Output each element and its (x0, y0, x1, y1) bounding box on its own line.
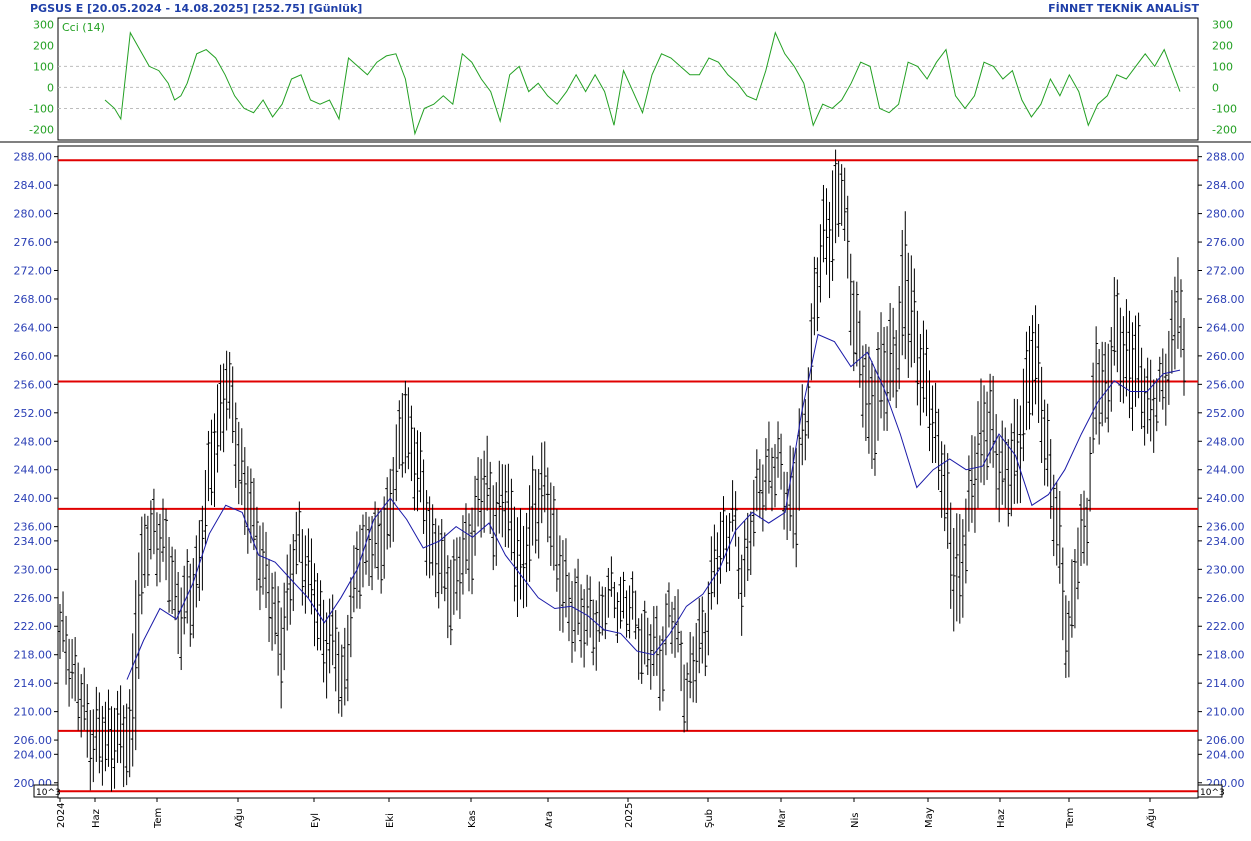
time-tick-label: Eyl (310, 813, 321, 828)
price-tick-label-left: 206.00 (14, 734, 53, 747)
time-tick-label: Tem (1065, 808, 1076, 829)
time-tick-label: Eki (385, 813, 396, 828)
price-tick-label-right: 248.00 (1206, 435, 1245, 448)
time-tick-label: Şub (704, 809, 715, 828)
price-tick-label-right: 218.00 (1206, 649, 1245, 662)
price-tick-label-left: 268.00 (14, 293, 53, 306)
price-tick-label-right: 240.00 (1206, 492, 1245, 505)
price-tick-label-left: 234.00 (14, 535, 53, 548)
price-tick-label-left: 264.00 (14, 321, 53, 334)
scale-label-left: 10^3 (33, 784, 61, 798)
indicator-panel (57, 17, 1199, 141)
price-tick-label-right: 230.00 (1206, 563, 1245, 576)
indicator-tick-left: 0 (47, 81, 54, 94)
indicator-tick-left: 200 (33, 39, 54, 52)
time-tick-label: Nis (850, 813, 861, 828)
price-tick-label-right: 284.00 (1206, 179, 1245, 192)
price-tick-label-right: 276.00 (1206, 236, 1245, 249)
time-tick-label: Tem (153, 808, 164, 829)
time-tick-label: Ağu (1145, 808, 1157, 828)
time-tick-label: Ağu (233, 808, 245, 828)
price-tick-label-left: 204.00 (14, 748, 53, 761)
indicator-tick-right: 300 (1212, 18, 1233, 31)
time-tick-label: Haz (996, 809, 1007, 828)
price-tick-label-left: 252.00 (14, 407, 53, 420)
price-tick-label-left: 280.00 (14, 208, 53, 221)
price-tick-label-right: 256.00 (1206, 378, 1245, 391)
indicator-tick-left: 300 (33, 18, 54, 31)
price-tick-label-left: 236.00 (14, 521, 53, 534)
price-tick-label-left: 276.00 (14, 236, 53, 249)
time-tick-label: Mar (777, 808, 788, 828)
price-tick-label-right: 272.00 (1206, 265, 1245, 278)
time-tick-label: 2024 (56, 803, 67, 828)
price-tick-label-right: 214.00 (1206, 677, 1245, 690)
scale-label-right: 10^3 (1197, 784, 1225, 798)
svg-text:10^3: 10^3 (36, 788, 61, 798)
price-tick-label-left: 240.00 (14, 492, 53, 505)
price-tick-label-left: 272.00 (14, 265, 53, 278)
indicator-tick-right: -200 (1212, 123, 1237, 136)
indicator-tick-left: 100 (33, 60, 54, 73)
price-tick-label-right: 288.00 (1206, 151, 1245, 164)
price-tick-label-left: 230.00 (14, 563, 53, 576)
price-tick-label-right: 222.00 (1206, 620, 1245, 633)
indicator-tick-right: 0 (1212, 81, 1219, 94)
price-tick-label-left: 248.00 (14, 435, 53, 448)
time-tick-label: May (924, 807, 935, 828)
price-tick-label-right: 206.00 (1206, 734, 1245, 747)
price-tick-label-left: 218.00 (14, 649, 53, 662)
price-tick-label-left: 256.00 (14, 378, 53, 391)
indicator-tick-right: 200 (1212, 39, 1233, 52)
svg-text:10^3: 10^3 (1200, 788, 1225, 798)
price-tick-label-right: 234.00 (1206, 535, 1245, 548)
price-tick-label-right: 280.00 (1206, 208, 1245, 221)
price-tick-label-left: 244.00 (14, 464, 53, 477)
price-tick-label-left: 210.00 (14, 706, 53, 719)
price-tick-label-right: 264.00 (1206, 321, 1245, 334)
price-tick-label-right: 252.00 (1206, 407, 1245, 420)
indicator-tick-left: -200 (29, 123, 54, 136)
time-tick-label: 2025 (624, 803, 635, 828)
price-tick-label-right: 236.00 (1206, 521, 1245, 534)
indicator-tick-right: -100 (1212, 102, 1237, 115)
indicator-label: Cci (14) (62, 21, 105, 34)
price-panel (57, 145, 1199, 799)
indicator-tick-right: 100 (1212, 60, 1233, 73)
price-tick-label-left: 284.00 (14, 179, 53, 192)
time-tick-label: Kas (467, 810, 478, 828)
time-tick-label: Haz (91, 809, 102, 828)
price-tick-label-left: 226.00 (14, 592, 53, 605)
price-tick-label-right: 260.00 (1206, 350, 1245, 363)
indicator-tick-left: -100 (29, 102, 54, 115)
price-tick-label-left: 222.00 (14, 620, 53, 633)
price-tick-label-right: 226.00 (1206, 592, 1245, 605)
price-tick-label-right: 210.00 (1206, 706, 1245, 719)
price-chart: 300 300 200 200 100 100 0 0 -100 -100 -200 -200 Cci… (0, 17, 1251, 829)
price-tick-label-left: 288.00 (14, 151, 53, 164)
price-tick-label-left: 260.00 (14, 350, 53, 363)
price-tick-label-left: 214.00 (14, 677, 53, 690)
time-axis-labels: 2024 Haz Tem Ağu Eyl Eki Kas Ara 2025 Şub Mar Nis Ma… (56, 798, 1157, 829)
time-tick-label: Ara (544, 811, 555, 828)
price-tick-label-right: 268.00 (1206, 293, 1245, 306)
price-tick-label-right: 204.00 (1206, 748, 1245, 761)
price-tick-label-right: 244.00 (1206, 464, 1245, 477)
